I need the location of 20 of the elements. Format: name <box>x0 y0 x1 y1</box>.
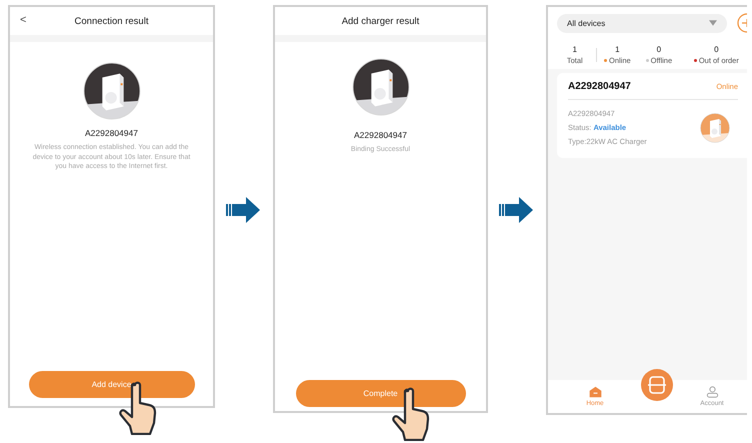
screen-title: Connection result <box>74 16 148 26</box>
device-serial: A2292804947 <box>354 130 407 140</box>
device-name: A2292804947 <box>568 80 631 92</box>
stat-count: 1 <box>615 45 620 54</box>
stat-count: 0 <box>656 45 662 54</box>
home-icon <box>588 386 602 398</box>
arrow-icon <box>499 195 535 225</box>
scan-button[interactable] <box>640 368 674 402</box>
device-filter-dropdown[interactable]: All devices <box>557 14 727 32</box>
stat-count: 0 <box>714 45 719 54</box>
action-button[interactable]: Complete <box>296 380 466 407</box>
add-icon[interactable] <box>737 13 747 33</box>
back-button[interactable]: < <box>20 14 26 26</box>
stat-count: 1 <box>572 45 577 54</box>
account-icon <box>706 386 718 398</box>
action-button[interactable]: Add device <box>28 371 194 398</box>
screen-title: Add charger result <box>342 16 420 26</box>
arrow-icon <box>226 195 262 225</box>
device-serial: A2292804947 <box>85 128 138 138</box>
caret-icon <box>709 20 717 26</box>
